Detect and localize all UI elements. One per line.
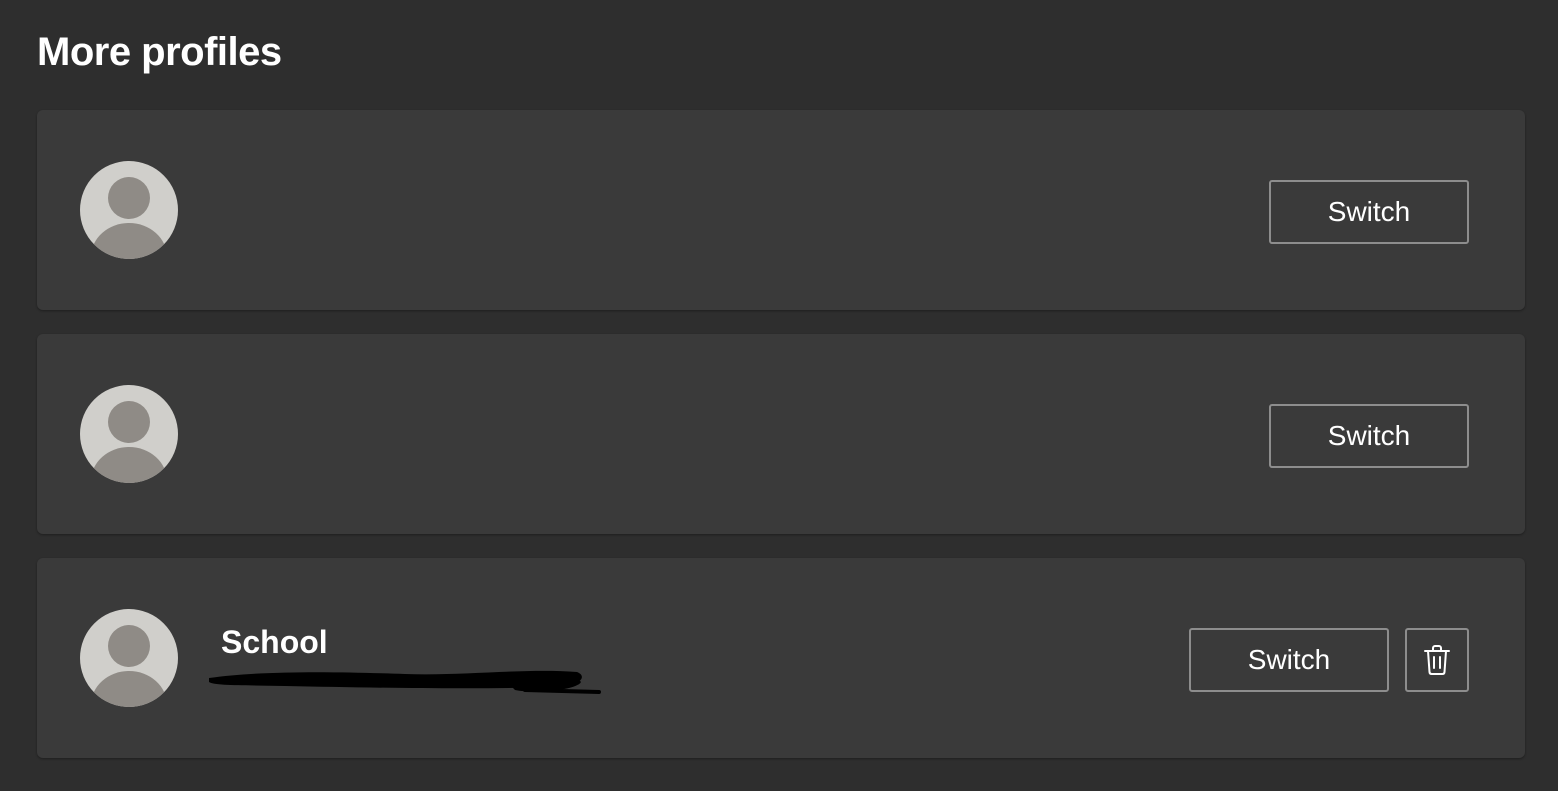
more-profiles-page: More profiles Switch Switch School Switc… <box>0 0 1558 791</box>
profile-card: School Switch <box>37 558 1525 758</box>
switch-button[interactable]: Switch <box>1269 180 1469 244</box>
trash-icon <box>1424 645 1450 675</box>
default-avatar-icon <box>80 161 178 259</box>
profile-info: School <box>209 622 601 694</box>
default-avatar-icon <box>80 609 178 707</box>
profile-name: School <box>221 624 328 660</box>
profile-card: Switch <box>37 110 1525 310</box>
redaction-scribble <box>209 670 601 694</box>
section-title: More profiles <box>37 30 282 74</box>
delete-profile-button[interactable] <box>1405 628 1469 692</box>
switch-button[interactable]: Switch <box>1269 404 1469 468</box>
profile-card: Switch <box>37 334 1525 534</box>
default-avatar-icon <box>80 385 178 483</box>
switch-button[interactable]: Switch <box>1189 628 1389 692</box>
